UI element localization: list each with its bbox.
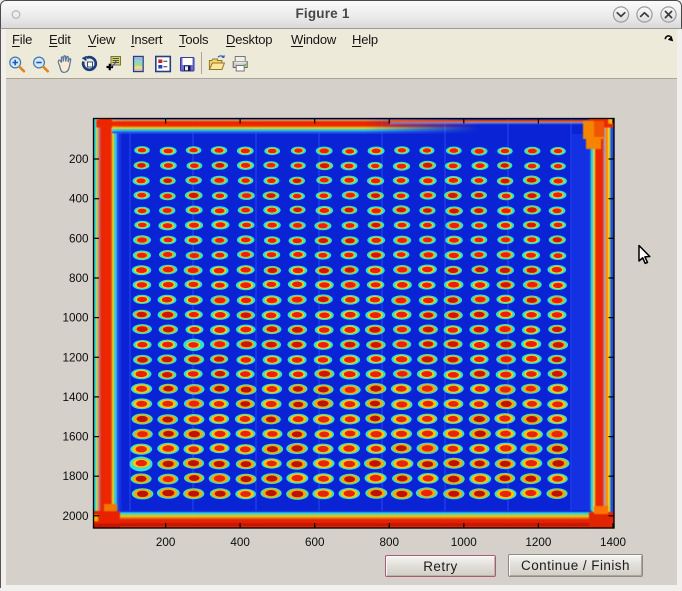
svg-text:1000: 1000 xyxy=(62,312,89,325)
svg-text:1400: 1400 xyxy=(600,536,627,549)
svg-text:400: 400 xyxy=(230,536,250,549)
svg-text:200: 200 xyxy=(156,536,176,549)
svg-text:2000: 2000 xyxy=(62,510,89,523)
svg-text:1800: 1800 xyxy=(62,470,89,483)
svg-text:400: 400 xyxy=(69,193,89,206)
svg-text:1200: 1200 xyxy=(525,536,552,549)
svg-text:1600: 1600 xyxy=(62,431,89,444)
svg-text:800: 800 xyxy=(380,536,400,549)
svg-text:1400: 1400 xyxy=(62,391,89,404)
svg-text:800: 800 xyxy=(69,272,89,285)
svg-text:1200: 1200 xyxy=(62,351,89,364)
svg-text:1000: 1000 xyxy=(451,536,478,549)
svg-text:200: 200 xyxy=(69,153,89,166)
svg-text:600: 600 xyxy=(69,232,89,245)
svg-text:600: 600 xyxy=(305,536,325,549)
